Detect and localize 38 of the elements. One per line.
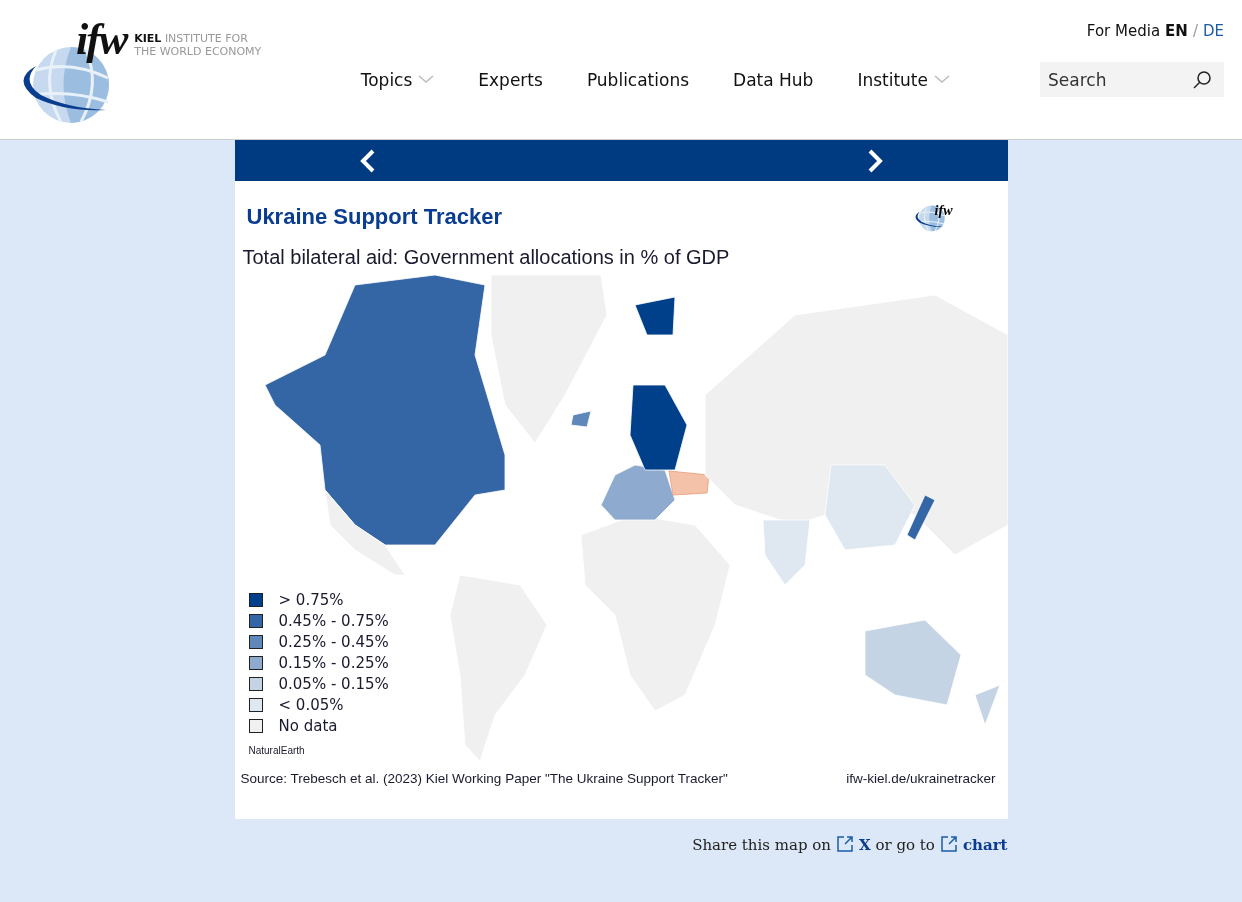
legend-label: 0.05% - 0.15% xyxy=(278,674,389,693)
share-text: Share this map on X or go to chart xyxy=(691,835,1008,854)
nav-item[interactable]: Data Hub xyxy=(733,69,814,90)
source-note: Source: Trebesch et al. (2023) Kiel Working Paper "The Ukraine Support Tracker" xyxy=(240,770,728,786)
chevron-left-icon xyxy=(359,148,376,173)
logo-tagline: KIEL INSTITUTE FOR xyxy=(134,32,249,45)
legend-label: < 0.05% xyxy=(278,695,344,714)
legend-label: No data xyxy=(278,716,338,735)
nav-item[interactable]: Experts xyxy=(478,69,543,90)
chart-link[interactable]: chart xyxy=(939,836,1008,854)
search-field[interactable]: Search xyxy=(1040,62,1224,97)
previous-button[interactable] xyxy=(359,148,376,173)
legend-label: 0.25% - 0.45% xyxy=(278,632,389,651)
share-x-link[interactable]: X xyxy=(835,836,871,854)
next-button[interactable] xyxy=(866,148,883,173)
external-link-icon xyxy=(835,835,854,853)
logo-wordmark: ifw xyxy=(934,203,953,219)
logo-tagline: THE WORLD ECONOMY xyxy=(134,45,262,58)
external-link-icon xyxy=(939,835,958,853)
chevron-down-icon xyxy=(934,75,950,84)
language-separator: / xyxy=(1192,22,1198,40)
map-credit: NaturalEarth xyxy=(248,744,305,756)
nav-item[interactable]: Institute xyxy=(857,69,950,90)
source-url: ifw-kiel.de/ukrainetracker xyxy=(846,770,996,786)
nav-item[interactable]: Topics xyxy=(360,69,435,90)
search-icon[interactable] xyxy=(1192,70,1212,90)
legend-label: > 0.75% xyxy=(278,590,344,609)
language-link[interactable]: DE xyxy=(1202,22,1224,40)
nav-item[interactable]: Publications xyxy=(586,69,690,90)
legend-label: 0.45% - 0.75% xyxy=(278,611,389,630)
for-media-link[interactable]: For Media xyxy=(1086,22,1161,40)
logo-wordmark: ifw xyxy=(76,18,127,62)
chevron-down-icon xyxy=(418,75,435,84)
chart-subtitle: Total bilateral aid: Government allocations in % of GDP xyxy=(241,244,731,269)
legend-label: 0.15% - 0.25% xyxy=(278,653,389,672)
chevron-right-icon xyxy=(866,148,883,173)
chart-title: Ukraine Support Tracker xyxy=(246,204,503,231)
language-link[interactable]: EN xyxy=(1165,22,1188,40)
